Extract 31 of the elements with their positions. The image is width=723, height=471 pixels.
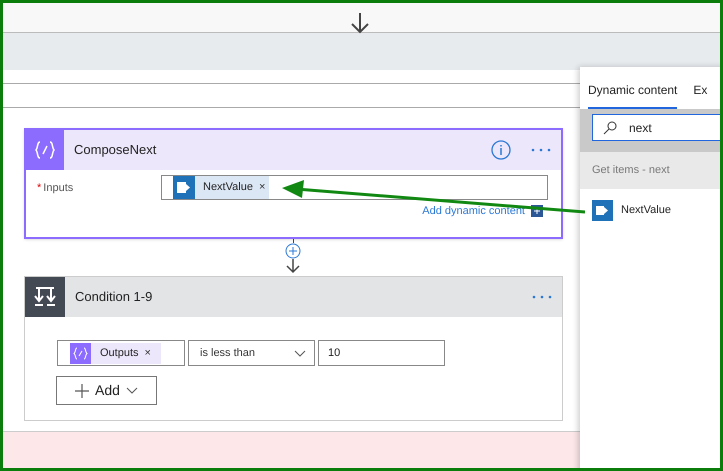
compose-icon bbox=[70, 342, 91, 364]
down-arrow-icon bbox=[285, 259, 301, 274]
input-field[interactable]: NextValue × bbox=[161, 175, 548, 200]
panel-tab[interactable]: Ex bbox=[693, 81, 708, 109]
more-options-icon[interactable] bbox=[531, 148, 551, 152]
group-header: Get items - next bbox=[592, 163, 670, 178]
required-mark: * bbox=[37, 181, 42, 196]
operator-dropdown[interactable]: is less than bbox=[188, 340, 315, 366]
card-title: Condition 1-9 bbox=[75, 288, 152, 306]
down-arrow-icon bbox=[350, 12, 368, 34]
remove-token[interactable]: × bbox=[258, 179, 266, 196]
token-chip[interactable]: Outputs × bbox=[70, 342, 161, 364]
field-label: Inputs bbox=[43, 181, 74, 196]
insert-step-icon[interactable] bbox=[285, 243, 301, 259]
card-title: ComposeNext bbox=[74, 141, 156, 160]
plus-icon bbox=[75, 384, 90, 398]
search-icon bbox=[603, 120, 617, 134]
chevron-down-icon bbox=[126, 387, 138, 394]
remove-token[interactable]: × bbox=[144, 344, 151, 362]
chevron-down-icon bbox=[294, 350, 306, 356]
add-button[interactable]: Add bbox=[56, 376, 157, 405]
operand-field[interactable]: Outputs × bbox=[57, 340, 185, 366]
info-icon[interactable] bbox=[491, 140, 511, 160]
token-label: Outputs bbox=[100, 346, 139, 361]
dynamic-content-item[interactable]: NextValue bbox=[580, 189, 720, 231]
more-options-icon[interactable] bbox=[532, 295, 552, 299]
value-field[interactable]: 10 bbox=[318, 340, 445, 366]
token-chip[interactable]: NextValue × bbox=[173, 176, 270, 199]
token-label: NextValue bbox=[203, 180, 253, 196]
search-field[interactable]: next bbox=[592, 114, 720, 141]
add-dynamic-content-link[interactable]: Add dynamic content bbox=[422, 203, 525, 220]
